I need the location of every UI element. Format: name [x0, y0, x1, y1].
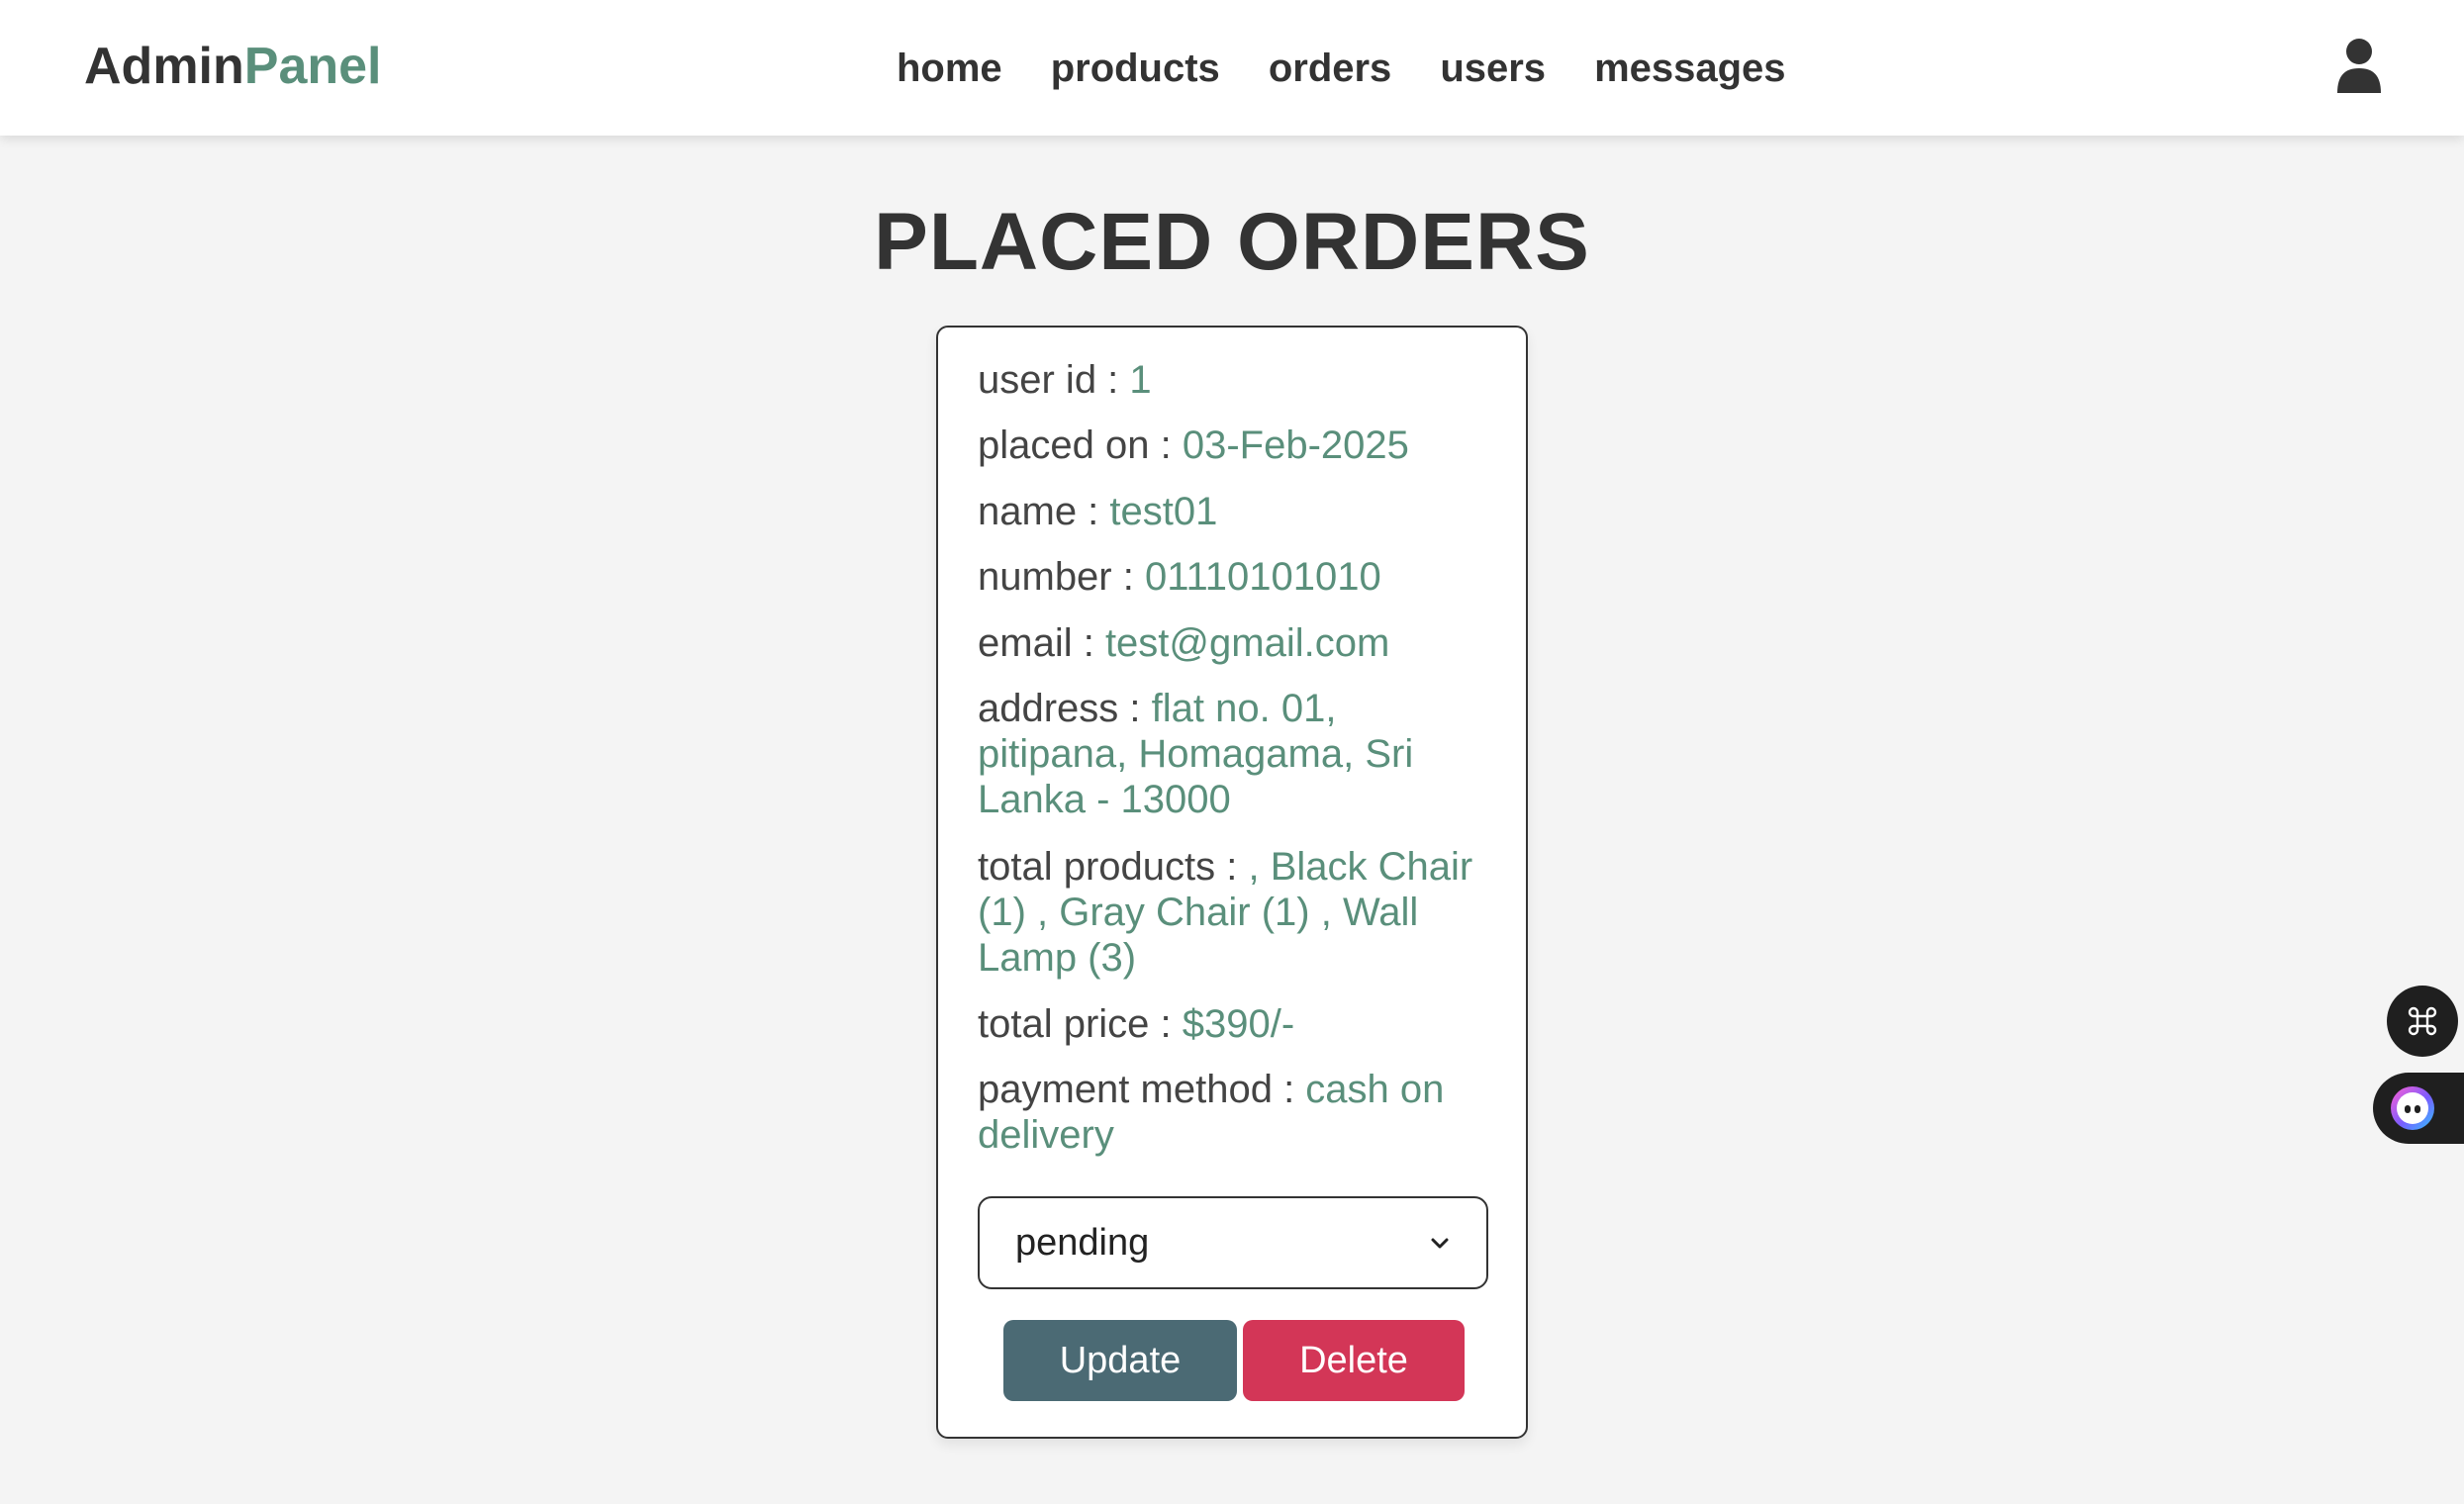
update-button[interactable]: Update — [1003, 1320, 1237, 1401]
number-label: number : — [978, 555, 1145, 599]
total-products-label: total products : — [978, 845, 1249, 889]
order-name: name : test01 — [978, 489, 1492, 534]
order-address: address : flat no. 01, pitipana, Homagam… — [978, 686, 1492, 822]
nav-home[interactable]: home — [897, 44, 1002, 93]
total-price-value: $390/- — [1182, 1002, 1295, 1046]
nav-orders[interactable]: orders — [1269, 44, 1392, 93]
header: AdminPanel home products orders users me… — [0, 0, 2464, 136]
nav-products[interactable]: products — [1051, 44, 1220, 93]
total-price-label: total price : — [978, 1002, 1183, 1046]
order-email: email : test@gmail.com — [978, 620, 1492, 666]
order-payment-method: payment method : cash on delivery — [978, 1067, 1492, 1158]
email-label: email : — [978, 621, 1105, 665]
number-value: 01110101010 — [1144, 555, 1381, 599]
order-user-id: user id : 1 — [978, 357, 1492, 403]
logo-panel-text: Panel — [243, 38, 382, 95]
name-value: test01 — [1109, 490, 1218, 533]
command-widget-button[interactable] — [2387, 986, 2458, 1057]
status-select[interactable]: pending — [978, 1196, 1488, 1289]
chevron-down-icon — [1431, 1238, 1449, 1249]
email-value: test@gmail.com — [1104, 621, 1390, 665]
order-card: user id : 1 placed on : 03-Feb-2025 name… — [936, 326, 1528, 1439]
nav-messages[interactable]: messages — [1594, 44, 1785, 93]
assistant-face-icon — [2391, 1086, 2434, 1130]
user-id-label: user id : — [978, 358, 1130, 402]
delete-button[interactable]: Delete — [1243, 1320, 1465, 1401]
placed-on-label: placed on : — [978, 423, 1183, 467]
command-icon — [2408, 1006, 2437, 1036]
main-nav: home products orders users messages — [897, 44, 1786, 93]
placed-on-value: 03-Feb-2025 — [1182, 423, 1409, 467]
status-selected-value: pending — [1015, 1221, 1150, 1264]
order-total-price: total price : $390/- — [978, 1001, 1492, 1047]
user-id-value: 1 — [1129, 358, 1152, 402]
address-label: address : — [978, 687, 1152, 730]
assistant-widget-button[interactable] — [2373, 1073, 2464, 1144]
nav-users[interactable]: users — [1440, 44, 1546, 93]
order-total-products: total products : , Black Chair (1) , Gra… — [978, 844, 1492, 981]
payment-method-label: payment method : — [978, 1068, 1306, 1111]
name-label: name : — [978, 490, 1110, 533]
page-title: PLACED ORDERS — [874, 197, 1590, 287]
logo[interactable]: AdminPanel — [84, 37, 382, 96]
order-placed-on: placed on : 03-Feb-2025 — [978, 423, 1492, 468]
order-number: number : 01110101010 — [978, 554, 1492, 600]
logo-admin-text: Admin — [84, 38, 244, 95]
user-icon[interactable] — [2335, 38, 2383, 93]
